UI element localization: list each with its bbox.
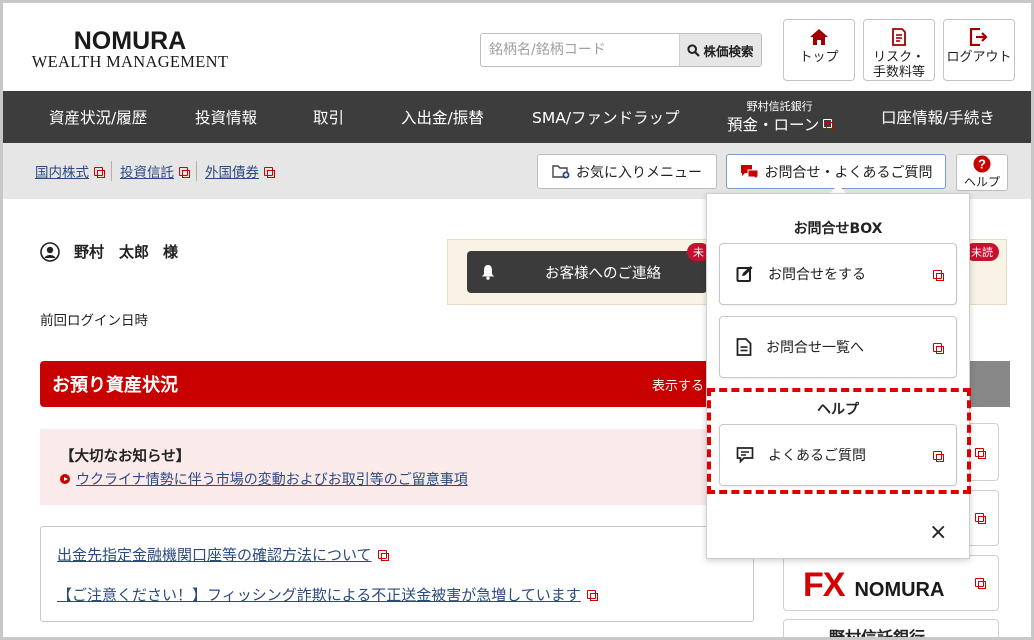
bell-icon xyxy=(482,265,494,280)
stock-search-input[interactable] xyxy=(481,34,679,66)
stock-search-label: 株価検索 xyxy=(703,43,754,59)
nav-label: 預金・ローン xyxy=(727,115,820,134)
inquiry-label: お問合せ・よくあるご質問 xyxy=(764,164,933,181)
external-link-icon xyxy=(586,590,598,601)
unread-badge: 未読 xyxy=(965,243,999,261)
user-icon xyxy=(40,241,60,262)
stock-search: 株価検索 xyxy=(480,33,762,67)
link-label: 外国債券 xyxy=(205,165,259,181)
user-honorific: 様 xyxy=(163,243,179,261)
external-link-icon xyxy=(975,448,986,459)
external-link-icon xyxy=(975,513,986,524)
logout-icon xyxy=(969,28,988,46)
logo-subtitle: WEALTH MANAGEMENT xyxy=(31,52,229,71)
close-icon[interactable]: × xyxy=(929,520,951,545)
risk-fees-button[interactable]: リスク・ 手数料等 xyxy=(863,19,935,81)
nav-label: 投資情報 xyxy=(195,109,258,127)
important-notice-title: 【大切なお知らせ】 xyxy=(60,449,191,465)
risk-label-2: 手数料等 xyxy=(872,65,925,80)
nav-label: 取引 xyxy=(313,109,345,127)
link-label: 国内株式 xyxy=(35,165,89,181)
inquiry-dropdown: お問合せBOX お問合せをする お問合せ一覧へ ヘルプ よくあるご質問 × xyxy=(706,193,970,559)
document-icon xyxy=(892,28,906,46)
nav-deposit-loan[interactable]: 野村信託銀行 預金・ローン xyxy=(727,91,835,143)
asset-status-title: お預り資産状況 xyxy=(52,375,178,396)
nav-investment-info[interactable]: 投資情報 xyxy=(195,91,257,143)
customer-contact-label: お客様へのご連絡 xyxy=(545,265,661,282)
quick-links: 国内株式 投資信託 外国債券 xyxy=(35,161,281,181)
nav-label: SMA/ファンドラップ xyxy=(532,109,680,127)
link-text: 【ご注意ください！】フィッシング詐欺による不正送金被害が急増しています xyxy=(57,586,581,604)
inquiry-faq-button[interactable]: お問合せ・よくあるご質問 xyxy=(726,154,946,189)
nav-trade[interactable]: 取引 xyxy=(313,91,344,143)
sub-toolbar: 国内株式 投資信託 外国債券 お気に入りメニュー お問合せ・よくあるご質問 ? … xyxy=(3,143,1031,199)
last-login-label: 前回ログイン日時 xyxy=(40,313,148,329)
nav-account-procedures[interactable]: 口座情報/手続き xyxy=(881,91,995,143)
user-name: 野村 太郎 xyxy=(74,243,150,261)
external-link-icon xyxy=(179,166,190,178)
external-link-icon xyxy=(823,119,835,130)
top-button-label: トップ xyxy=(799,50,839,65)
make-inquiry-label: お問合せをする xyxy=(768,267,866,283)
link-investment-trusts[interactable]: 投資信託 xyxy=(111,161,196,181)
customer-contact-button[interactable]: お客様へのご連絡 xyxy=(467,251,707,293)
logout-label: ログアウト xyxy=(946,50,1012,65)
external-link-icon xyxy=(933,343,944,354)
top-button[interactable]: トップ xyxy=(783,19,855,81)
favorites-menu-button[interactable]: お気に入りメニュー xyxy=(537,154,717,189)
arrow-bullet-icon xyxy=(60,474,70,484)
inquiry-box-heading: お問合せBOX xyxy=(793,221,883,237)
fx-nomura-logo: FX NOMURA xyxy=(803,566,944,605)
home-icon xyxy=(810,29,828,45)
withdrawal-account-link[interactable]: 出金先指定金融機関口座等の確認方法について xyxy=(57,544,389,565)
nav-trust-bank-label: 野村信託銀行 xyxy=(746,99,813,113)
user-greeting: 野村 太郎 様 xyxy=(40,241,178,262)
stock-search-button[interactable]: 株価検索 xyxy=(679,34,761,66)
question-icon: ? xyxy=(973,155,991,173)
fx-label: FX xyxy=(803,566,845,604)
edit-icon xyxy=(736,266,753,282)
asset-show-toggle[interactable]: 表示する xyxy=(652,375,704,394)
announcement-links: 出金先指定金融機関口座等の確認方法について 【ご注意ください！】フィッシング詐欺… xyxy=(40,526,754,622)
search-icon xyxy=(687,43,701,57)
important-notice: 【大切なお知らせ】 ウクライナ情勢に伴う市場の変動およびお取引等のご留意事項 xyxy=(40,429,710,505)
help-label: ヘルプ xyxy=(963,175,1000,189)
logo-wordmark: NOMURA xyxy=(73,27,187,55)
document-list-icon xyxy=(736,338,752,356)
external-link-icon xyxy=(933,270,944,281)
folder-plus-icon xyxy=(552,165,570,179)
main-nav: 資産状況/履歴 投資情報 取引 入出金/振替 SMA/ファンドラップ 野村信託銀… xyxy=(3,91,1031,143)
risk-label-1: リスク・ xyxy=(873,50,925,65)
link-foreign-bonds[interactable]: 外国債券 xyxy=(196,161,281,181)
nav-deposit-transfer[interactable]: 入出金/振替 xyxy=(401,91,484,143)
external-link-icon xyxy=(94,166,105,178)
svg-text:?: ? xyxy=(978,157,986,172)
help-highlight-frame xyxy=(707,388,971,494)
nav-sma-fundwrap[interactable]: SMA/ファンドラップ xyxy=(532,91,680,143)
link-label: 投資信託 xyxy=(120,165,174,181)
phishing-warning-link[interactable]: 【ご注意ください！】フィッシング詐欺による不正送金被害が急増しています xyxy=(57,584,598,605)
nav-label: 入出金/振替 xyxy=(401,109,484,127)
logout-button[interactable]: ログアウト xyxy=(943,19,1015,81)
chat-bubbles-icon xyxy=(740,164,758,180)
inquiry-list-label: お問合せ一覧へ xyxy=(766,340,864,356)
make-inquiry-item[interactable]: お問合せをする xyxy=(719,243,957,305)
nav-label: 口座情報/手続き xyxy=(881,109,995,127)
inquiry-list-item[interactable]: お問合せ一覧へ xyxy=(719,316,957,378)
external-link-icon xyxy=(975,578,986,589)
nav-label: 資産状況/履歴 xyxy=(49,109,148,127)
trust-bank-label: 野村信託銀行 xyxy=(829,624,925,637)
external-link-icon xyxy=(264,166,275,178)
link-domestic-stocks[interactable]: 国内株式 xyxy=(35,161,111,181)
help-button[interactable]: ? ヘルプ xyxy=(956,154,1008,191)
nav-assets-history[interactable]: 資産状況/履歴 xyxy=(49,91,147,143)
important-link-text: ウクライナ情勢に伴う市場の変動およびお取引等のご留意事項 xyxy=(76,472,468,488)
link-text: 出金先指定金融機関口座等の確認方法について xyxy=(57,546,372,564)
fx-brand: NOMURA xyxy=(854,579,945,601)
important-notice-link[interactable]: ウクライナ情勢に伴う市場の変動およびお取引等のご留意事項 xyxy=(60,469,468,489)
external-link-icon xyxy=(377,550,389,561)
nomura-logo[interactable]: NOMURA WEALTH MANAGEMENT xyxy=(25,29,235,71)
favorites-label: お気に入りメニュー xyxy=(576,164,702,181)
page: NOMURA WEALTH MANAGEMENT 株価検索 トップ リスク・ 手… xyxy=(3,3,1031,637)
